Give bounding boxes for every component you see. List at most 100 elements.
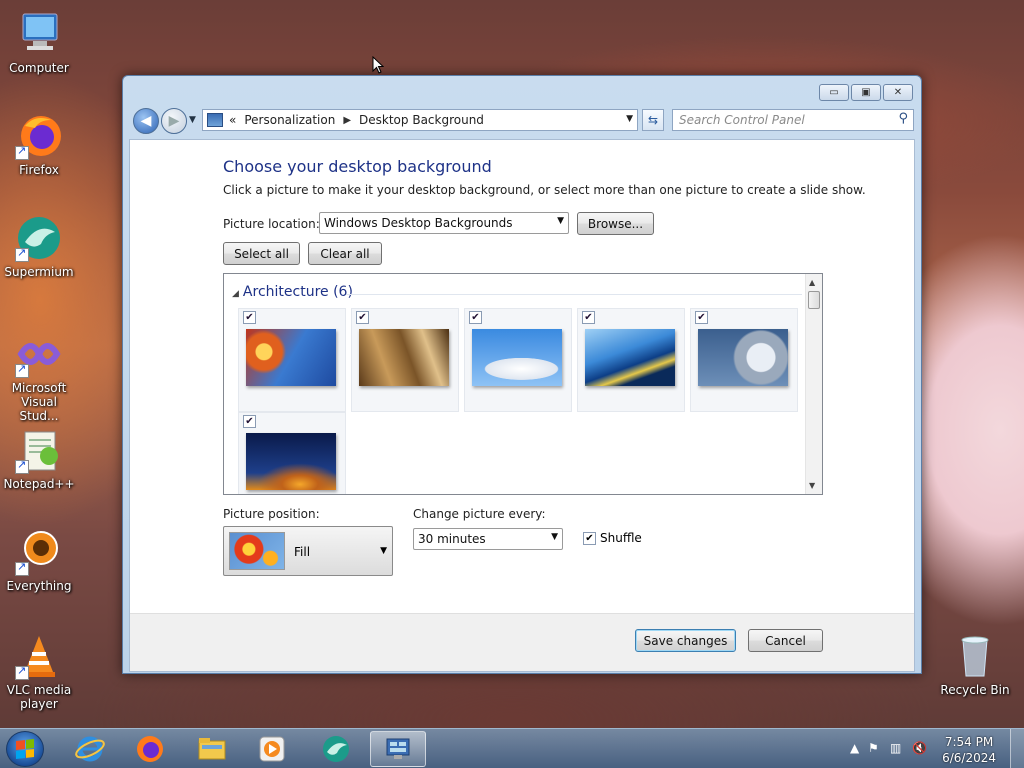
shortcut-arrow-icon <box>15 560 29 576</box>
architecture-photo-5 <box>698 329 788 386</box>
action-center-flag-icon[interactable]: ⚑ <box>868 741 879 755</box>
desktop-icon-label: VLC media player <box>6 683 72 711</box>
picture-location-select[interactable]: Windows Desktop Backgrounds ▼ <box>319 212 569 234</box>
desktop-icon-visual-studio[interactable]: Microsoft Visual Stud... <box>0 330 78 423</box>
taskbar-firefox[interactable] <box>122 731 178 767</box>
collapse-triangle-icon[interactable]: ◢ <box>232 289 239 299</box>
volume-muted-icon[interactable]: 🔇 <box>912 741 927 755</box>
maximize-button[interactable]: ▣ <box>851 84 881 101</box>
mouse-cursor-icon <box>372 56 384 74</box>
thumbnail-architecture-5[interactable]: ✔ <box>690 308 798 412</box>
shuffle-label: Shuffle <box>600 531 642 545</box>
address-bar[interactable]: « Personalization ▶ Desktop Background ▼ <box>202 109 638 131</box>
thumbnail-checkbox[interactable]: ✔ <box>695 311 708 324</box>
network-icon[interactable]: ▥ <box>890 741 901 755</box>
group-header-architecture[interactable]: ◢ Architecture (6) <box>232 284 353 300</box>
maximize-icon: ▣ <box>861 87 871 98</box>
change-interval-select[interactable]: 30 minutes ▼ <box>413 528 563 550</box>
recent-pages-dropdown-icon[interactable]: ▼ <box>189 115 196 125</box>
group-name: Architecture <box>242 284 329 300</box>
refresh-button[interactable]: ⇆ <box>642 109 664 131</box>
desktop-icon-supermium[interactable]: Supermium <box>0 214 78 279</box>
close-button[interactable]: ✕ <box>883 84 913 101</box>
page-title: Choose your desktop background <box>223 157 492 176</box>
desktop-icon-label: Supermium <box>4 265 74 279</box>
cancel-button[interactable]: Cancel <box>748 629 823 652</box>
taskbar-supermium[interactable] <box>308 731 364 767</box>
forward-arrow-icon: ▶ <box>168 113 180 129</box>
address-overflow-icon[interactable]: « <box>229 113 236 127</box>
breadcrumb-separator-icon[interactable]: ▶ <box>343 115 351 126</box>
picture-position-label: Picture position: <box>223 507 320 521</box>
thumbnail-checkbox[interactable]: ✔ <box>243 415 256 428</box>
thumbnail-architecture-4[interactable]: ✔ <box>577 308 685 412</box>
address-dropdown-icon[interactable]: ▼ <box>626 114 633 124</box>
computer-icon <box>15 10 63 58</box>
search-icon[interactable]: ⚲ <box>898 111 908 126</box>
architecture-photo-1 <box>246 329 336 386</box>
desktop-icon-label: Recycle Bin <box>940 683 1010 697</box>
everything-icon <box>15 528 63 576</box>
shuffle-checkbox[interactable]: ✔ <box>583 531 596 545</box>
window-controls: ▭ ▣ ✕ <box>819 84 913 101</box>
desktop-icon-recycle-bin[interactable]: Recycle Bin <box>936 632 1014 697</box>
search-placeholder: Search Control Panel <box>679 113 805 127</box>
desktop-icon-notepadpp[interactable]: Notepad++ <box>0 426 78 491</box>
thumbnail-checkbox[interactable]: ✔ <box>356 311 369 324</box>
clear-all-button[interactable]: Clear all <box>308 242 382 265</box>
select-all-label: Select all <box>234 246 289 261</box>
group-count: (6) <box>333 284 353 300</box>
browse-button[interactable]: Browse... <box>577 212 654 235</box>
thumbnail-checkbox[interactable]: ✔ <box>243 311 256 324</box>
forward-button[interactable]: ▶ <box>161 108 187 134</box>
desktop-icon-label: Notepad++ <box>3 477 75 491</box>
thumbnail-architecture-2[interactable]: ✔ <box>351 308 459 412</box>
minimize-button[interactable]: ▭ <box>819 84 849 101</box>
start-button[interactable] <box>6 731 44 767</box>
clear-all-label: Clear all <box>320 246 370 261</box>
desktop-icon-label: Computer <box>9 61 69 75</box>
thumbnail-architecture-3[interactable]: ✔ <box>464 308 572 412</box>
picture-location-value: Windows Desktop Backgrounds <box>324 216 513 230</box>
thumbnail-checkbox[interactable]: ✔ <box>469 311 482 324</box>
taskbar-media-player[interactable] <box>244 731 300 767</box>
taskbar: ▲ ⚑ ▥ 🔇 7:54 PM 6/6/2024 <box>0 728 1024 768</box>
desktop-icon-everything[interactable]: Everything <box>0 528 78 593</box>
back-button[interactable]: ◀ <box>133 108 159 134</box>
thumbnail-checkbox[interactable]: ✔ <box>582 311 595 324</box>
picture-position-select[interactable]: Fill ▼ <box>223 526 393 576</box>
position-preview-image <box>229 532 285 570</box>
desktop-icon-label: Microsoft Visual Stud... <box>11 381 67 423</box>
group-divider <box>346 294 802 295</box>
supermium-icon <box>15 214 63 262</box>
breadcrumb-personalization[interactable]: Personalization <box>244 113 335 127</box>
taskbar-internet-explorer[interactable] <box>62 731 118 767</box>
gallery-scrollbar[interactable]: ▲ ▼ <box>805 274 822 494</box>
scroll-thumb[interactable] <box>808 291 820 309</box>
thumbnail-architecture-1[interactable]: ✔ <box>238 308 346 412</box>
show-desktop-button[interactable] <box>1010 729 1024 768</box>
save-changes-button[interactable]: Save changes <box>635 629 736 652</box>
taskbar-control-panel[interactable] <box>370 731 426 767</box>
clock[interactable]: 7:54 PM 6/6/2024 <box>942 734 996 766</box>
scroll-up-icon[interactable]: ▲ <box>809 278 815 287</box>
recycle-bin-icon <box>951 632 999 680</box>
taskbar-file-explorer[interactable] <box>184 731 240 767</box>
thumbnail-architecture-6[interactable]: ✔ <box>238 412 346 494</box>
breadcrumb-desktop-background[interactable]: Desktop Background <box>359 113 484 127</box>
search-input[interactable]: Search Control Panel ⚲ <box>672 109 914 131</box>
desktop-icon-computer[interactable]: Computer <box>0 10 78 75</box>
cancel-label: Cancel <box>765 633 806 648</box>
clock-date: 6/6/2024 <box>942 751 996 765</box>
clock-time: 7:54 PM <box>944 735 994 749</box>
chevron-down-icon: ▼ <box>380 546 387 556</box>
select-all-button[interactable]: Select all <box>223 242 300 265</box>
desktop-icon-firefox[interactable]: Firefox <box>0 112 78 177</box>
desktop-icon-vlc[interactable]: VLC media player <box>0 632 78 711</box>
shuffle-option[interactable]: ✔ Shuffle <box>583 531 642 545</box>
scroll-down-icon[interactable]: ▼ <box>809 481 815 490</box>
shortcut-arrow-icon <box>15 144 29 160</box>
show-hidden-icons-icon[interactable]: ▲ <box>850 741 859 755</box>
picture-location-label: Picture location: <box>223 217 320 231</box>
desktop-icon-label: Everything <box>6 579 72 593</box>
